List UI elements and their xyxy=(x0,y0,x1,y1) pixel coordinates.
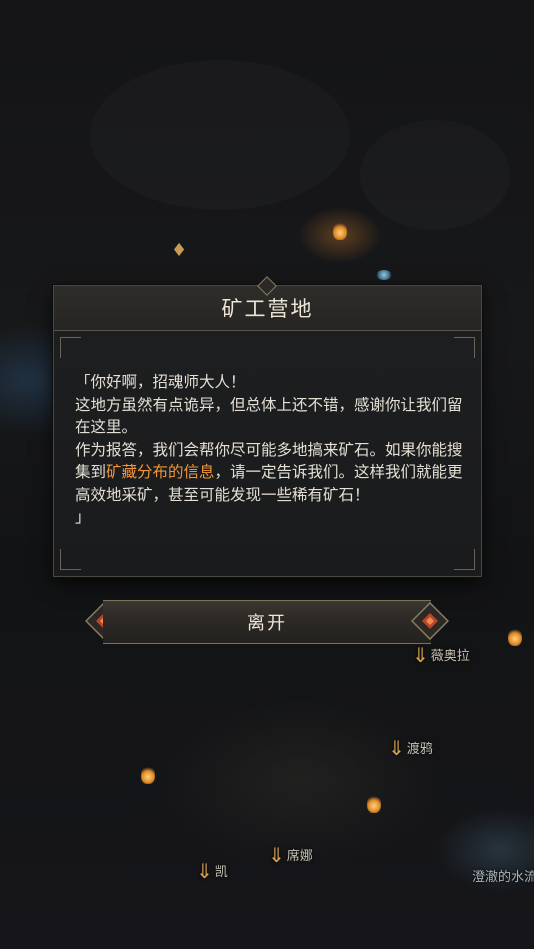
miner-camp-dialog: 矿工营地 「你好啊，招魂师大人！ 这地方虽然有点诡异，但总体上还不错，感谢你让我… xyxy=(53,276,482,577)
down-arrow-marker-icon: ⇓ xyxy=(196,858,213,883)
dialog-line-thanks: 这地方虽然有点诡异，但总体上还不错，感谢你让我们留在这里。 xyxy=(75,395,463,437)
corner-ornament xyxy=(454,337,475,358)
dialog-line-close: 」 xyxy=(75,508,91,526)
location-pin-icon[interactable]: ♦ xyxy=(171,242,187,260)
glowing-orb xyxy=(376,270,392,280)
corner-ornament xyxy=(60,549,81,570)
right-diamond-cap-icon xyxy=(411,602,449,640)
map-shadow xyxy=(90,60,350,210)
map-label-kai[interactable]: ⇓ 凯 xyxy=(196,858,228,883)
torch-fire xyxy=(141,766,155,784)
map-label-duya-text: 渡鸦 xyxy=(406,742,433,757)
dialog-line-offer: 作为报答，我们会帮你尽可能多地搞来矿石。如果你能搜集到矿藏分布的信息，请一定告诉… xyxy=(75,439,465,507)
torch-fire xyxy=(333,222,347,240)
map-label-water[interactable]: 澄澈的水流 xyxy=(472,866,534,885)
down-arrow-marker-icon: ⇓ xyxy=(412,642,429,667)
leave-button[interactable]: 离开 xyxy=(85,600,449,644)
ore-info-highlight: 矿藏分布的信息 xyxy=(106,463,215,481)
map-label-weiaola[interactable]: ⇓ 薇奥拉 xyxy=(412,642,470,667)
down-arrow-marker-icon: ⇓ xyxy=(388,735,405,760)
dialog-body: 「你好啊，招魂师大人！ 这地方虽然有点诡异，但总体上还不错，感谢你让我们留在这里… xyxy=(54,331,481,576)
leave-button-label: 离开 xyxy=(247,613,287,634)
map-label-duya[interactable]: ⇓ 渡鸦 xyxy=(388,735,433,760)
map-label-xina-text: 席娜 xyxy=(286,849,313,864)
leave-button-body[interactable]: 离开 xyxy=(103,600,431,644)
dialog-text: 「你好啊，招魂师大人！ 这地方虽然有点诡异，但总体上还不错，感谢你让我们留在这里… xyxy=(75,371,465,529)
corner-ornament xyxy=(454,549,475,570)
down-arrow-marker-icon: ⇓ xyxy=(268,842,285,867)
map-label-weiaola-text: 薇奥拉 xyxy=(430,649,470,664)
map-label-xina[interactable]: ⇓ 席娜 xyxy=(268,842,313,867)
dialog-title: 矿工营地 xyxy=(221,297,314,321)
map-label-kai-text: 凯 xyxy=(214,865,228,880)
corner-ornament xyxy=(60,337,81,358)
torch-fire xyxy=(367,795,381,813)
dialog-header: 矿工营地 xyxy=(54,276,481,331)
torch-fire xyxy=(508,628,522,646)
dialog-line-greeting: 「你好啊，招魂师大人！ xyxy=(75,373,246,391)
map-shadow xyxy=(360,120,510,230)
